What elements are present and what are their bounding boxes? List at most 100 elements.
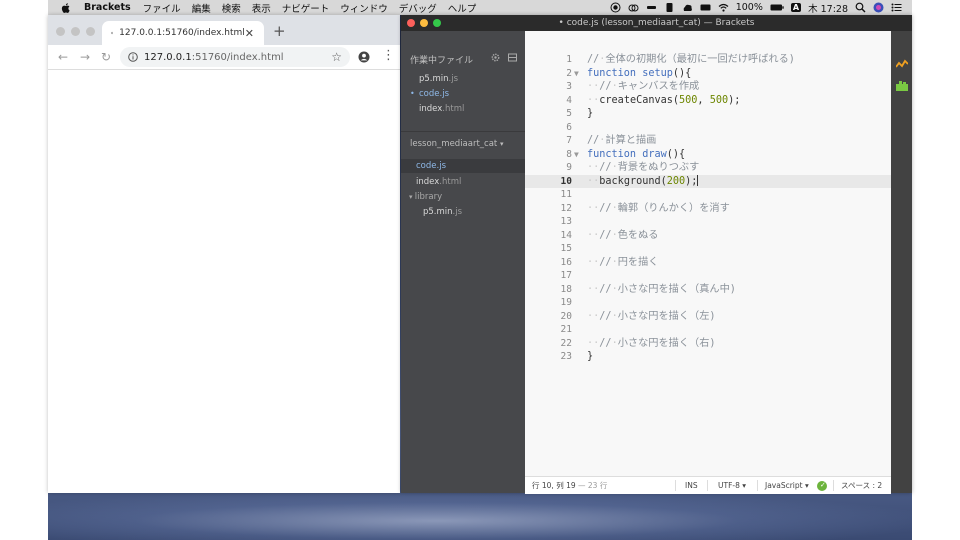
code-line[interactable]: 15 [525, 242, 891, 256]
tree-file-p5[interactable]: p5.min.js [401, 205, 525, 219]
menu-window[interactable]: ウィンドウ [340, 1, 388, 15]
tree-file-code[interactable]: code.js [401, 159, 525, 173]
working-file-index-name: index [419, 104, 443, 114]
tree-file-p5-ext: .js [452, 207, 463, 217]
line-number: 23 [560, 351, 572, 362]
code-line[interactable]: 20 ··//·小さな円を描く（左) [525, 310, 891, 324]
browser-tab-strip: 127.0.0.1:51760/index.html ✕ + [48, 15, 400, 45]
spotlight-search-icon[interactable] [855, 2, 866, 13]
working-file-code[interactable]: code.js [419, 89, 449, 99]
code-line[interactable]: 2 ▼ function setup(){ [525, 67, 891, 81]
status-separator [707, 480, 708, 491]
code-line[interactable]: 19 [525, 296, 891, 310]
new-tab-button[interactable]: + [273, 24, 286, 39]
tree-file-index[interactable]: index.html [401, 175, 525, 189]
working-files-header: 作業中ファイル [410, 56, 474, 66]
record-icon[interactable] [610, 2, 621, 13]
cursor-position[interactable]: 行 10, 列 19 — 23 行 [532, 477, 607, 494]
code-line[interactable]: 14 ··//·色をぬる [525, 229, 891, 243]
line-number: 22 [560, 337, 572, 349]
siri-icon[interactable] [873, 2, 884, 13]
url-host: 127.0.0.1 [144, 51, 192, 63]
fold-arrow-icon[interactable]: ▼ [574, 67, 579, 81]
close-window-button[interactable] [56, 27, 65, 36]
editor-close-button[interactable] [407, 19, 415, 27]
project-dropdown[interactable]: lesson_mediaart_cat ▾ [410, 139, 503, 149]
address-bar[interactable]: 127.0.0.1:51760/index.html ☆ [120, 47, 350, 67]
encoding-select[interactable]: UTF-8 ▾ [718, 477, 746, 494]
tree-folder-library[interactable]: ▾ library [401, 190, 525, 204]
code-line[interactable]: 22 ··//·小さな円を描く（右) [525, 337, 891, 351]
code-line[interactable]: 12 ··//·輪郭（りんかく）を消す [525, 202, 891, 216]
working-file-p5[interactable]: p5.min.js [419, 74, 458, 84]
editor-zoom-button[interactable] [433, 19, 441, 27]
code-line[interactable]: 11 [525, 188, 891, 202]
working-file-index[interactable]: index.html [419, 104, 464, 114]
menu-help[interactable]: ヘルプ [448, 1, 477, 15]
code-line[interactable]: 4 ··createCanvas(500, 500); [525, 94, 891, 108]
reload-icon[interactable]: ↻ [101, 50, 111, 64]
code-line[interactable]: 5} [525, 107, 891, 121]
apple-icon[interactable] [60, 2, 72, 14]
gear-icon[interactable] [491, 53, 500, 62]
back-icon[interactable]: ← [58, 50, 68, 64]
code-line[interactable]: 1 //·全体の初期化（最初に一回だけ呼ばれる) [525, 53, 891, 67]
browser-tab[interactable]: 127.0.0.1:51760/index.html ✕ [102, 21, 264, 45]
code-text: ··createCanvas(500, 500); [587, 94, 741, 106]
profile-avatar-icon[interactable] [358, 51, 370, 63]
notification-center-icon[interactable] [891, 2, 902, 13]
code-line[interactable]: 7 //·計算と描画 [525, 134, 891, 148]
forward-icon[interactable]: → [80, 50, 90, 64]
cloud-icon[interactable] [682, 2, 693, 13]
fold-arrow-icon[interactable]: ▼ [574, 148, 579, 162]
menu-view[interactable]: 表示 [252, 1, 271, 15]
live-preview-icon[interactable] [896, 59, 908, 69]
browser-menu-icon[interactable]: ⋮ [382, 49, 395, 63]
code-text: ··//·輪郭（りんかく）を消す [587, 202, 730, 214]
input-source-indicator[interactable]: A [790, 3, 802, 12]
code-text: ··//·色をぬる [587, 229, 659, 241]
line-count: — 23 行 [578, 481, 608, 490]
page-content[interactable] [48, 70, 400, 493]
minus-icon[interactable] [646, 2, 657, 13]
code-line[interactable]: 18 ··//·小さな円を描く（真ん中) [525, 283, 891, 297]
code-line[interactable]: 8 ▼ function draw(){ [525, 148, 891, 162]
clipboard-icon[interactable] [664, 2, 675, 13]
menu-navigate[interactable]: ナビゲート [282, 1, 330, 15]
wifi-icon[interactable] [718, 2, 729, 13]
battery-icon[interactable] [770, 2, 784, 13]
tab-title: 127.0.0.1:51760/index.html [119, 28, 245, 38]
menu-find[interactable]: 検索 [222, 1, 241, 15]
menu-edit[interactable]: 編集 [192, 1, 211, 15]
tab-close-icon[interactable]: ✕ [245, 27, 254, 40]
status-separator [757, 480, 758, 491]
code-line-current[interactable]: 10 ··background(200); [525, 174, 891, 188]
split-view-icon[interactable] [508, 53, 517, 62]
menu-debug[interactable]: デバッグ [399, 1, 437, 15]
keyboard-icon[interactable] [700, 2, 711, 13]
code-line[interactable]: 13 [525, 215, 891, 229]
code-line[interactable]: 17 [525, 269, 891, 283]
editor-minimize-button[interactable] [420, 19, 428, 27]
code-line[interactable]: 3 ··//·キャンバスを作成 [525, 80, 891, 94]
creative-cloud-icon[interactable] [628, 2, 639, 13]
editor-title-bar: • code.js (lesson_mediaart_cat) — Bracke… [401, 15, 912, 31]
extension-manager-icon[interactable] [896, 81, 908, 91]
info-icon[interactable] [128, 52, 138, 62]
menu-app-name[interactable]: Brackets [84, 2, 131, 13]
zoom-window-button[interactable] [86, 27, 95, 36]
clock[interactable]: 木 17:28 [808, 1, 848, 15]
code-line[interactable]: 9 ··//·背景をぬりつぶす [525, 161, 891, 175]
bookmark-star-icon[interactable]: ☆ [331, 50, 342, 64]
code-line[interactable]: 21 [525, 323, 891, 337]
code-editor[interactable]: 1//·全体の初期化（最初に一回だけ呼ばれる) 2 ▼ function setup(… [525, 31, 891, 476]
menu-file[interactable]: ファイル [143, 1, 181, 15]
minimize-window-button[interactable] [71, 27, 80, 36]
code-line[interactable]: 23} [525, 350, 891, 364]
code-text: } [587, 108, 594, 119]
code-line[interactable]: 6 [525, 121, 891, 135]
insert-mode-toggle[interactable]: INS [685, 477, 698, 494]
language-select[interactable]: JavaScript ▾ [765, 477, 809, 494]
code-line[interactable]: 16 ··//·円を描く [525, 256, 891, 270]
indent-setting[interactable]: スペース : 2 [841, 477, 882, 494]
